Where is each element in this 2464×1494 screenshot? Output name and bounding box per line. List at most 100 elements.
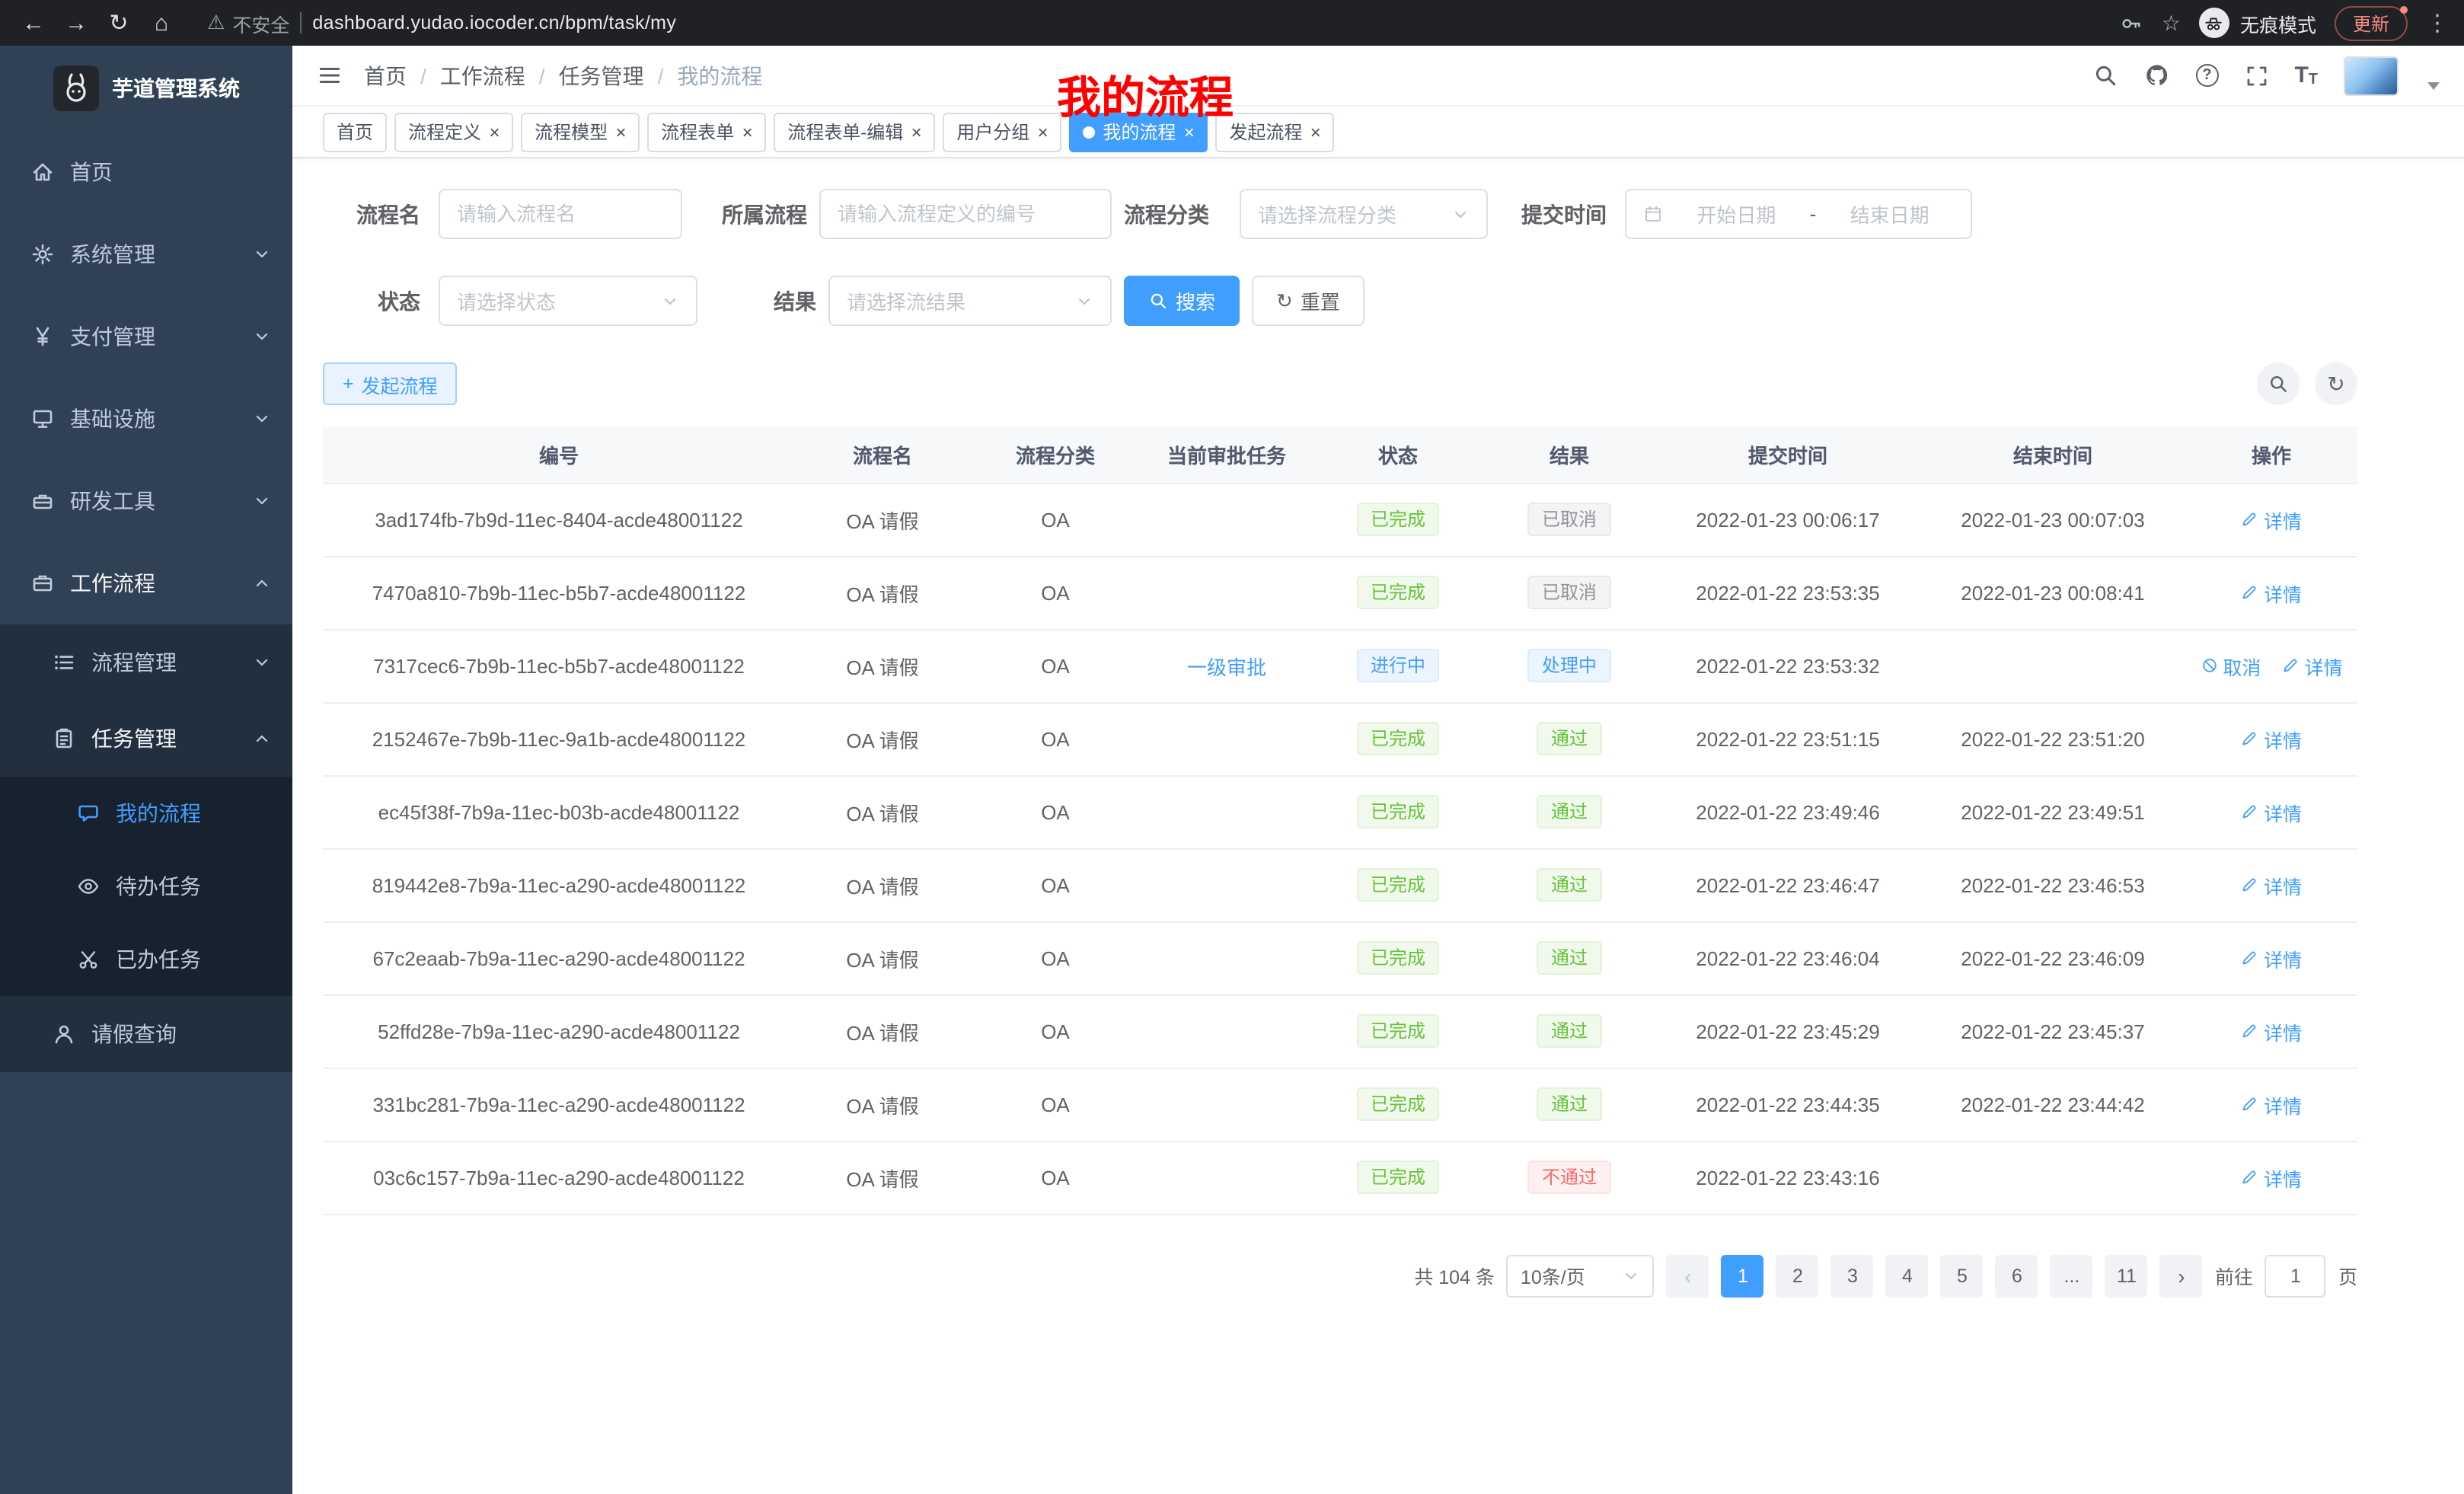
tab-close-icon[interactable]: × xyxy=(1310,123,1320,141)
github-icon[interactable] xyxy=(2143,62,2169,88)
result-select[interactable]: 请选择流结果 xyxy=(828,276,1112,326)
tab-bar: 首页 × 流程定义 × 流程模型 × 流程表单 × xyxy=(292,107,2464,158)
process-id-input[interactable] xyxy=(819,189,1112,239)
tab[interactable]: 流程表单 × xyxy=(647,112,766,152)
search-button[interactable]: 搜索 xyxy=(1124,276,1240,326)
search-toggle-button[interactable] xyxy=(2257,362,2300,405)
detail-link[interactable]: 详情 xyxy=(2241,870,2302,899)
avatar[interactable] xyxy=(2344,56,2399,95)
process-name-input[interactable] xyxy=(439,189,682,239)
edit-icon xyxy=(2241,876,2259,894)
page-button[interactable]: 1 xyxy=(1722,1254,1764,1297)
prev-page-button[interactable]: ‹ xyxy=(1667,1254,1709,1297)
cell-end-time: 2022-01-22 23:51:20 xyxy=(1920,702,2185,775)
edit-icon xyxy=(2241,1168,2259,1186)
chevron-down-icon xyxy=(253,653,271,672)
back-icon[interactable]: ← xyxy=(15,5,52,41)
sidebar-item-home[interactable]: 首页 xyxy=(0,131,292,213)
edit-icon xyxy=(2241,1095,2259,1113)
page-button[interactable]: 5 xyxy=(1941,1254,1984,1297)
page-size-select[interactable]: 10条/页 xyxy=(1507,1254,1655,1297)
tab[interactable]: 流程定义 × xyxy=(394,112,513,152)
security-chip[interactable]: ⚠ 不安全 xyxy=(207,8,289,37)
next-page-button[interactable]: › xyxy=(2160,1254,2203,1297)
status-select[interactable]: 请选择状态 xyxy=(439,276,697,326)
search-icon[interactable] xyxy=(2092,62,2118,88)
date-range-picker[interactable]: 开始日期 - 结束日期 xyxy=(1625,189,1972,239)
table-row: 67c2eaab-7b9a-11ec-a290-acde48001122 OA … xyxy=(323,921,2357,994)
content: 流程名 所属流程 流程分类 请选择流程分类 提交时间 开始日期 - 结束日期 xyxy=(292,158,2464,1494)
url-text[interactable]: dashboard.yudao.iocoder.cn/bpm/task/my xyxy=(312,12,676,34)
page-button[interactable]: 11 xyxy=(2105,1254,2148,1297)
start-date-placeholder[interactable]: 开始日期 xyxy=(1672,200,1801,228)
end-date-placeholder[interactable]: 结束日期 xyxy=(1825,200,1954,228)
category-select[interactable]: 请选择流程分类 xyxy=(1240,189,1488,239)
detail-link[interactable]: 详情 xyxy=(2241,1163,2302,1192)
table-row: 52ffd28e-7b9a-11ec-a290-acde48001122 OA … xyxy=(323,994,2357,1068)
sidebar-item-devtools[interactable]: 研发工具 xyxy=(0,460,292,542)
goto-page-input[interactable] xyxy=(2265,1254,2326,1297)
address-bar[interactable]: ⚠ 不安全 dashboard.yudao.iocoder.cn/bpm/tas… xyxy=(207,8,676,37)
sidebar-item-workflow[interactable]: 工作流程 xyxy=(0,542,292,624)
sidebar-item-system[interactable]: 系统管理 xyxy=(0,213,292,295)
submit-time-label: 提交时间 xyxy=(1521,199,1607,229)
task-link[interactable]: 一级审批 xyxy=(1187,656,1266,678)
sidebar-item-leave-query[interactable]: 请假查询 xyxy=(0,996,292,1072)
tab-close-icon[interactable]: × xyxy=(1037,123,1048,141)
gear-icon xyxy=(30,242,55,267)
update-button[interactable]: 更新 xyxy=(2335,5,2408,40)
reload-icon[interactable]: ↻ xyxy=(101,5,137,41)
table-row: 2152467e-7b9b-11ec-9a1b-acde48001122 OA … xyxy=(323,702,2357,775)
sidebar-item-my-process[interactable]: 我的流程 xyxy=(0,777,292,850)
sidebar-item-infrastructure[interactable]: 基础设施 xyxy=(0,378,292,460)
detail-link[interactable]: 详情 xyxy=(2241,578,2302,607)
breadcrumb-workflow[interactable]: 工作流程 xyxy=(440,60,545,91)
breadcrumb-home[interactable]: 首页 xyxy=(364,60,426,91)
detail-link[interactable]: 详情 xyxy=(2282,651,2343,680)
key-icon[interactable] xyxy=(2121,11,2143,34)
col-actions: 操作 xyxy=(2185,426,2357,483)
tab-close-icon[interactable]: × xyxy=(489,123,500,141)
sidebar-item-task-mgmt[interactable]: 任务管理 xyxy=(0,701,292,777)
detail-link[interactable]: 详情 xyxy=(2241,943,2302,972)
tab-close-icon[interactable]: × xyxy=(911,123,921,141)
detail-link[interactable]: 详情 xyxy=(2241,505,2302,534)
chrome-menu-icon[interactable]: ⋮ xyxy=(2426,9,2449,37)
forward-icon[interactable]: → xyxy=(58,5,94,41)
detail-link[interactable]: 详情 xyxy=(2241,724,2302,753)
page-button[interactable]: 6 xyxy=(1996,1254,2038,1297)
fullscreen-icon[interactable] xyxy=(2244,63,2268,88)
tab[interactable]: 首页 × xyxy=(323,112,387,152)
bookmark-star-icon[interactable]: ☆ xyxy=(2162,10,2181,36)
sidebar-item-todo-tasks[interactable]: 待办任务 xyxy=(0,850,292,923)
sidebar-item-payment[interactable]: 支付管理 xyxy=(0,295,292,378)
cell-submit-time: 2022-01-22 23:44:35 xyxy=(1655,1068,1920,1141)
font-size-icon[interactable]: TT xyxy=(2294,62,2318,88)
chevron-down-icon[interactable] xyxy=(2427,81,2440,89)
cell-end-time: 2022-01-22 23:49:51 xyxy=(1920,775,2185,848)
detail-link[interactable]: 详情 xyxy=(2241,1090,2302,1119)
sidebar-item-done-tasks[interactable]: 已办任务 xyxy=(0,923,292,996)
page-button[interactable]: 4 xyxy=(1886,1254,1929,1297)
tab[interactable]: 用户分组 × xyxy=(943,112,1061,152)
col-result: 结果 xyxy=(1483,426,1655,483)
sidebar-item-process-mgmt[interactable]: 流程管理 xyxy=(0,624,292,701)
reset-button[interactable]: ↻ 重置 xyxy=(1252,276,1364,326)
hamburger-icon[interactable] xyxy=(317,62,343,88)
detail-link[interactable]: 详情 xyxy=(2241,797,2302,826)
home-icon[interactable]: ⌂ xyxy=(143,5,180,41)
refresh-button[interactable]: ↻ xyxy=(2315,362,2357,405)
result-label: 结果 xyxy=(731,286,816,316)
page-button[interactable]: 3 xyxy=(1831,1254,1874,1297)
page-button[interactable]: 2 xyxy=(1776,1254,1819,1297)
cancel-link[interactable]: 取消 xyxy=(2200,651,2261,680)
tab[interactable]: 流程模型 × xyxy=(521,112,640,152)
detail-link[interactable]: 详情 xyxy=(2241,1017,2302,1045)
create-process-button[interactable]: + 发起流程 xyxy=(323,362,458,405)
page-button[interactable]: ... xyxy=(2051,1254,2093,1297)
tab-close-icon[interactable]: × xyxy=(742,123,752,141)
tab-close-icon[interactable]: × xyxy=(615,123,626,141)
breadcrumb-task-mgmt[interactable]: 任务管理 xyxy=(559,60,664,91)
help-icon[interactable]: ? xyxy=(2195,64,2218,87)
tab[interactable]: 流程表单-编辑 × xyxy=(774,112,935,152)
